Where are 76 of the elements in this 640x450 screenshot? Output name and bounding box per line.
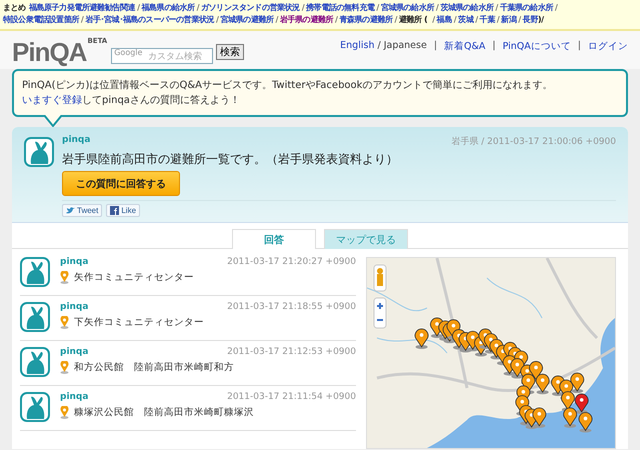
answer-time: 2011-03-17 21:12:53 +0900: [227, 347, 356, 357]
separator: /: [335, 15, 338, 24]
place-name: 和方公民館 陸前高田市米崎町和方: [74, 361, 234, 374]
topic-link[interactable]: 福島原子力発電所避難勧告関連: [28, 3, 136, 12]
intro-text: してpinqaさんの質問に答えよう！: [82, 95, 240, 106]
map-drawing[interactable]: [367, 258, 615, 448]
logo[interactable]: PinQA: [12, 37, 86, 68]
question-text: 岩手県陸前高田市の避難所一覧です。（岩手県発表資料より）: [62, 151, 399, 168]
place-name: 矢作コミュニティセンター: [74, 271, 194, 284]
topic-link[interactable]: 岩手県の避難所: [280, 15, 334, 24]
topic-label: 避難所 (: [398, 15, 428, 24]
register-link[interactable]: いますぐ登録: [22, 95, 82, 106]
pin-icon: [60, 316, 69, 329]
topic-link[interactable]: 新潟: [501, 15, 516, 24]
topic-link[interactable]: 福島県の給水所: [142, 3, 195, 12]
separator: /: [496, 3, 498, 12]
pin-icon: [60, 361, 69, 374]
separator: /: [432, 15, 435, 24]
header-link[interactable]: ログイン: [588, 40, 628, 53]
topic-link[interactable]: 携帯電話の無料充電: [306, 3, 375, 12]
answer-time: 2011-03-17 21:11:54 +0900: [227, 392, 356, 402]
separator: /: [436, 3, 438, 12]
bird-icon: [66, 206, 75, 214]
topic-link[interactable]: 宮城県の避難所: [220, 15, 274, 24]
place-name: 下矢作コミュニティセンター: [74, 316, 204, 329]
place-name: 糠塚沢公民館 陸前高田市米崎町糠塚沢: [74, 406, 254, 419]
header-link[interactable]: 新着Q&A: [444, 40, 486, 53]
rabbit-avatar-icon: [20, 347, 50, 377]
separator: /: [216, 15, 218, 24]
separator: /: [302, 3, 304, 12]
separator: /: [394, 15, 397, 24]
topic-link[interactable]: ガソリンスタンドの営業状況: [201, 3, 300, 12]
pin-icon: [60, 406, 69, 419]
rabbit-avatar-icon: [20, 302, 50, 332]
separator: |: [434, 40, 438, 53]
topic-link[interactable]: 福島: [436, 15, 452, 24]
rabbit-avatar-icon: [20, 392, 50, 422]
rabbit-avatar-icon: [20, 257, 50, 287]
separator: /: [555, 3, 558, 12]
separator: /: [81, 15, 84, 24]
rabbit-avatar-icon: [24, 137, 54, 167]
separator: |: [492, 40, 496, 53]
separator: |: [578, 40, 581, 53]
topic-label: )/: [538, 15, 544, 24]
separator: /: [196, 3, 200, 12]
language-label: / Japanese: [377, 40, 427, 53]
search-button[interactable]: 検索: [216, 44, 244, 60]
answer-time: 2011-03-17 21:18:55 +0900: [227, 302, 356, 312]
separator: /: [137, 3, 140, 12]
topic-link[interactable]: 宮城県の給水所: [380, 3, 434, 12]
topic-link[interactable]: 千葉: [480, 15, 495, 24]
topic-link[interactable]: 特設公衆電話設置箇所: [3, 15, 80, 24]
separator: /: [376, 3, 379, 12]
question-meta: 岩手県 / 2011-03-17 21:00:06 +0900: [451, 136, 616, 148]
topic-link[interactable]: 青森県の避難所: [339, 15, 393, 24]
topic-link[interactable]: 岩手･宮城･福島のスーパーの営業状況: [85, 15, 214, 24]
separator: /: [475, 15, 478, 24]
topic-link[interactable]: 千葉県の給水所: [500, 3, 554, 12]
separator: /: [276, 15, 278, 24]
separator: /: [454, 15, 456, 24]
topic-link[interactable]: 茨城: [458, 15, 474, 24]
separator: /: [496, 15, 500, 24]
topic-label: まとめ: [3, 3, 26, 12]
like-button[interactable]: Like: [106, 204, 140, 217]
tweet-button[interactable]: Tweet: [62, 204, 102, 217]
facebook-icon: [110, 206, 120, 215]
topic-link[interactable]: 長野: [522, 15, 538, 24]
header-link[interactable]: English: [340, 40, 374, 53]
google-label: Google: [114, 48, 142, 57]
intro-text: PinQA(ピンカ)は位置情報ベースのQ&Aサービスです。TwitterやFacebookのアカウントで簡単にご利用になれます。: [22, 78, 554, 93]
answer-time: 2011-03-17 21:20:27 +0900: [227, 257, 356, 267]
pin-icon: [60, 271, 69, 284]
answer-button[interactable]: この質問に回答する: [62, 171, 180, 196]
separator: /: [518, 15, 521, 24]
header-link[interactable]: PinQAについて: [502, 40, 571, 53]
topic-link[interactable]: 茨城県の給水所: [440, 3, 494, 12]
